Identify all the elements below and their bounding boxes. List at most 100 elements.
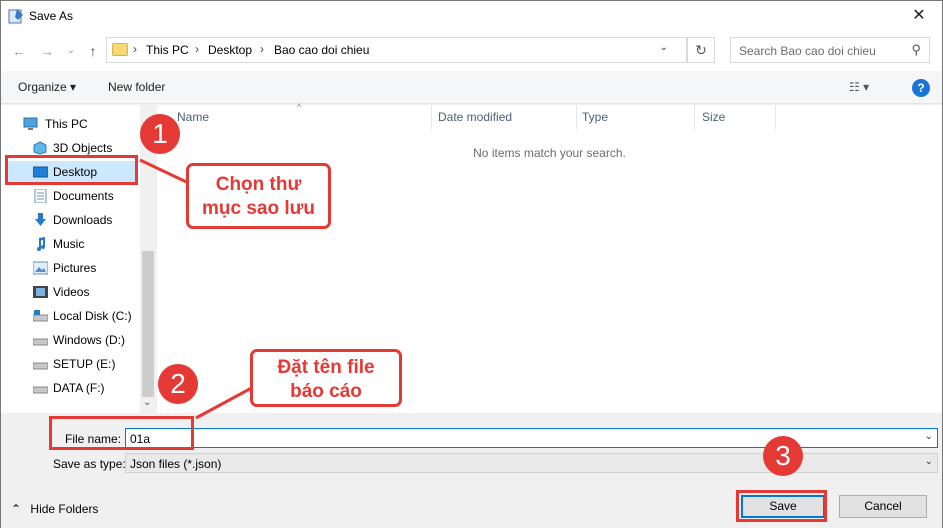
empty-message: No items match your search. xyxy=(473,146,626,160)
drive-icon xyxy=(33,362,48,370)
refresh-icon: ↻ xyxy=(695,42,707,58)
breadcrumb-this-pc[interactable]: This PC xyxy=(146,43,189,57)
breadcrumb-separator: › xyxy=(133,42,137,56)
search-icon: ⚲ xyxy=(911,42,921,57)
sidebar-item-this-pc[interactable]: This PC xyxy=(1,113,138,135)
callout-line: Đặt tên file xyxy=(277,357,375,378)
column-header-type[interactable]: Type xyxy=(582,110,608,124)
view-options-icon[interactable]: ☷ ▾ xyxy=(849,80,869,94)
chevron-down-icon[interactable]: ⌄ xyxy=(925,431,933,442)
sidebar-item-windows-d[interactable]: Windows (D:) xyxy=(1,329,138,351)
refresh-button[interactable]: ↻ xyxy=(687,37,715,63)
sidebar-item-label: Downloads xyxy=(53,213,113,227)
column-divider[interactable] xyxy=(431,105,432,129)
sidebar-item-data-f[interactable]: DATA (F:) xyxy=(1,377,138,399)
navigation-pane: This PC 3D Objects Desktop Documents Dow… xyxy=(1,105,156,413)
desktop-highlight-box xyxy=(5,155,138,185)
help-icon[interactable]: ? xyxy=(912,79,930,97)
hide-folders-button[interactable]: ⌃ Hide Folders xyxy=(11,502,98,516)
drive-icon xyxy=(33,386,48,394)
step-3-badge: 3 xyxy=(763,436,803,476)
forward-button[interactable]: → xyxy=(37,41,57,61)
breadcrumb-current-folder[interactable]: Bao cao doi chieu xyxy=(274,43,369,57)
sidebar-item-label: Documents xyxy=(53,189,114,203)
column-divider[interactable] xyxy=(576,105,577,129)
sidebar-item-label: Local Disk (C:) xyxy=(53,309,132,323)
save-as-type-select[interactable]: Json files (*.json) ⌄ xyxy=(125,453,938,473)
sidebar-item-setup-e[interactable]: SETUP (E:) xyxy=(1,353,138,375)
up-arrow-icon: ↑ xyxy=(89,43,97,59)
sidebar-item-pictures[interactable]: Pictures xyxy=(1,257,138,279)
document-icon xyxy=(34,189,47,203)
drive-icon xyxy=(33,310,48,322)
breadcrumb-separator: › xyxy=(195,42,199,56)
column-header-name[interactable]: Name xyxy=(177,110,209,124)
sidebar-item-label: Windows (D:) xyxy=(53,333,126,347)
app-icon xyxy=(8,9,23,24)
column-divider[interactable] xyxy=(775,105,776,129)
navigation-bar: ← → ⌄ ↑ › This PC › Desktop › Bao cao do… xyxy=(1,31,942,71)
video-icon xyxy=(33,286,48,298)
sidebar-item-videos[interactable]: Videos xyxy=(1,281,138,303)
step-2-badge: 2 xyxy=(158,364,198,404)
chevron-down-icon[interactable]: ⌄ xyxy=(660,42,668,53)
music-icon xyxy=(37,237,45,251)
column-header-size[interactable]: Size xyxy=(702,110,725,124)
back-arrow-icon: ← xyxy=(12,43,26,59)
sidebar-item-label: 3D Objects xyxy=(53,141,113,155)
sidebar-item-local-disk-c[interactable]: Local Disk (C:) xyxy=(1,305,138,327)
file-name-highlight-box xyxy=(49,416,194,450)
new-folder-button[interactable]: New folder xyxy=(108,80,165,94)
help-glyph: ? xyxy=(917,81,925,95)
forward-arrow-icon: → xyxy=(40,43,54,59)
sidebar-item-label: SETUP (E:) xyxy=(53,357,116,371)
chevron-down-icon: ⌄ xyxy=(66,45,76,56)
drive-icon xyxy=(33,338,48,346)
save-highlight-box xyxy=(736,490,827,522)
breadcrumb-desktop[interactable]: Desktop xyxy=(208,43,252,57)
sidebar-item-downloads[interactable]: Downloads xyxy=(1,209,138,231)
sidebar-item-label: Pictures xyxy=(53,261,97,275)
sidebar-item-label: Music xyxy=(53,237,85,251)
callout-choose-folder: Chọn thư mục sao lưu xyxy=(186,163,331,229)
scroll-down-icon[interactable]: ⌄ xyxy=(143,397,151,408)
sidebar-item-label: DATA (F:) xyxy=(53,381,105,395)
callout-line: Chọn thư xyxy=(215,174,302,195)
close-button[interactable]: ✕ xyxy=(896,1,942,31)
sort-ascending-icon: ^ xyxy=(297,102,302,112)
cancel-button[interactable]: Cancel xyxy=(839,495,927,518)
column-divider[interactable] xyxy=(694,105,695,129)
hide-folders-label: Hide Folders xyxy=(30,502,99,516)
search-input[interactable]: Search Bao cao doi chieu ⚲ xyxy=(730,37,930,63)
pc-icon xyxy=(23,117,38,130)
save-as-type-value: Json files (*.json) xyxy=(130,457,222,471)
up-button[interactable]: ↑ xyxy=(83,41,103,61)
cube-icon xyxy=(33,141,47,155)
window-title: Save As xyxy=(29,9,74,23)
breadcrumb-separator: › xyxy=(260,42,264,56)
sidebar-item-label: This PC xyxy=(45,117,88,131)
save-as-type-label: Save as type: xyxy=(53,457,126,471)
download-icon xyxy=(35,213,46,226)
recent-locations-button[interactable]: ⌄ xyxy=(61,41,81,61)
callout-line: báo cáo xyxy=(290,381,362,402)
chevron-up-icon: ⌃ xyxy=(11,502,22,516)
search-placeholder: Search Bao cao doi chieu xyxy=(739,44,876,58)
title-bar: Save As ✕ xyxy=(1,1,942,31)
scrollbar-thumb[interactable] xyxy=(142,251,154,397)
step-1-badge: 1 xyxy=(140,114,180,154)
sidebar-item-label: Videos xyxy=(53,285,90,299)
column-header-date-modified[interactable]: Date modified xyxy=(438,110,512,124)
callout-line: mục sao lưu xyxy=(201,198,315,219)
back-button[interactable]: ← xyxy=(9,41,29,61)
organize-button[interactable]: Organize ▾ xyxy=(18,80,76,94)
sidebar-item-music[interactable]: Music xyxy=(1,233,138,255)
file-name-input[interactable]: 01a ⌄ xyxy=(125,428,938,448)
close-icon: ✕ xyxy=(912,7,926,24)
command-bar: Organize ▾ New folder ☷ ▾ ? xyxy=(1,71,942,104)
callout-name-file: Đặt tên file báo cáo xyxy=(250,349,402,407)
folder-icon xyxy=(112,43,128,56)
pictures-icon xyxy=(33,261,48,275)
sidebar-item-documents[interactable]: Documents xyxy=(1,185,138,207)
address-bar[interactable]: › This PC › Desktop › Bao cao doi chieu … xyxy=(106,37,687,63)
